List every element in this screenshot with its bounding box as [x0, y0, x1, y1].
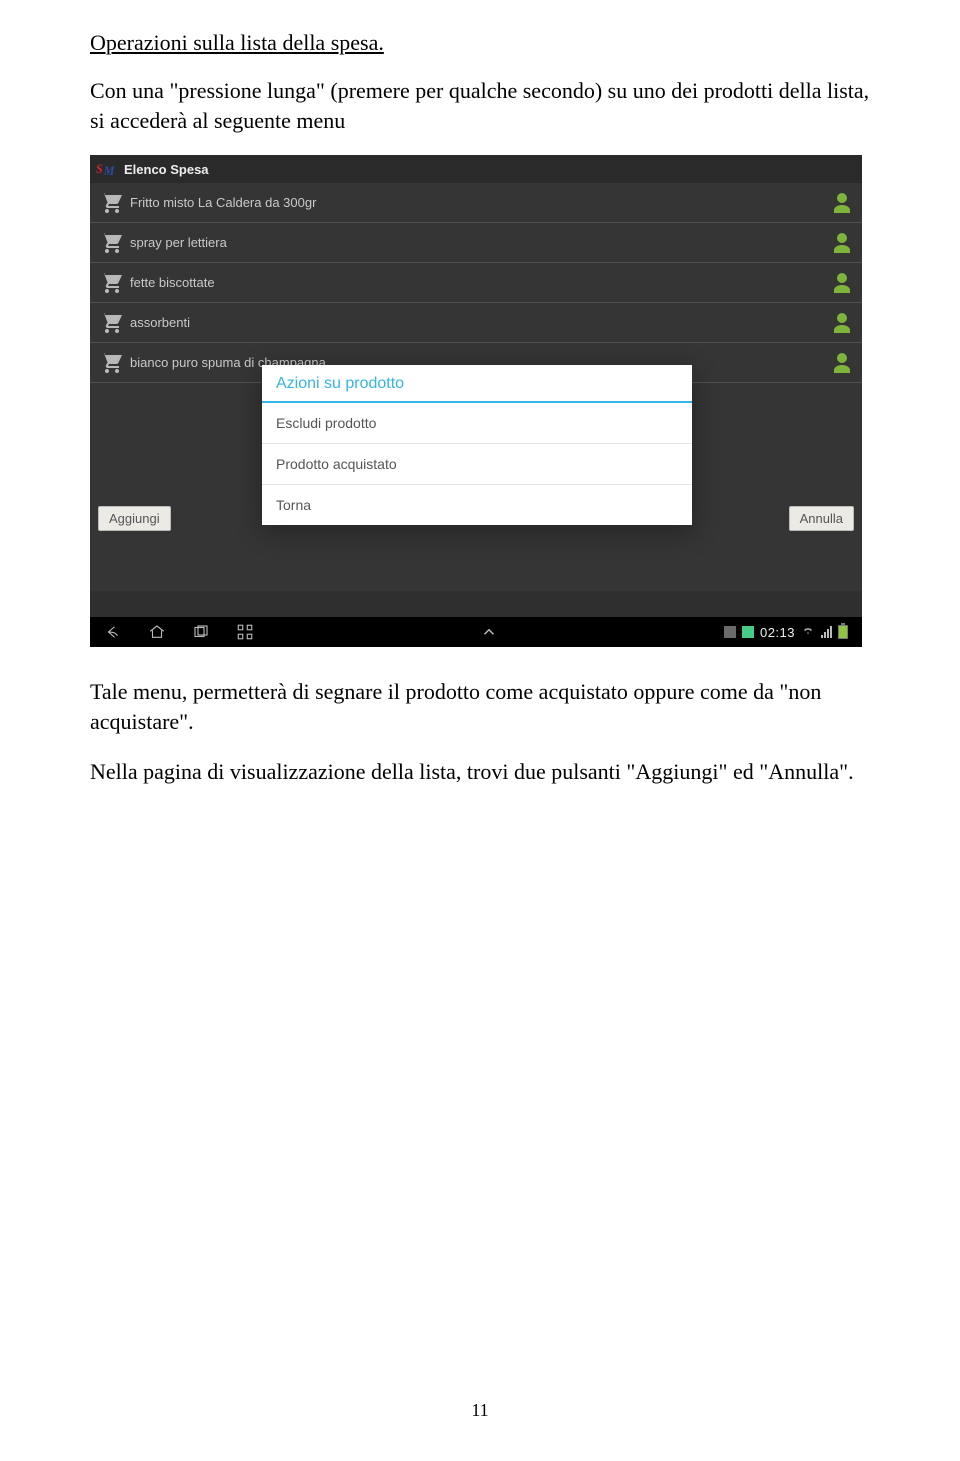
user-icon [830, 271, 854, 295]
app-title: Elenco Spesa [124, 162, 209, 177]
section-heading: Operazioni sulla lista della spesa. [90, 30, 870, 56]
page-number: 11 [0, 1400, 960, 1421]
dialog-title: Azioni su prodotto [262, 365, 692, 401]
app-logo-icon: SM [96, 160, 118, 178]
cart-icon [98, 231, 126, 255]
list-item-label: fette biscottate [130, 275, 830, 290]
clock: 02:13 [760, 625, 795, 640]
screenshot-icon[interactable] [236, 623, 254, 641]
paragraph-menu-desc: Tale menu, permetterà di segnare il prod… [90, 677, 870, 736]
app-screenshot: SM Elenco Spesa Fritto misto La Caldera … [90, 155, 862, 647]
cart-icon [98, 351, 126, 375]
list-item-label: Fritto misto La Caldera da 300gr [130, 195, 830, 210]
list-item[interactable]: assorbenti [90, 303, 862, 343]
actions-dialog: Azioni su prodotto Escludi prodotto Prod… [262, 365, 692, 525]
user-icon [830, 231, 854, 255]
wifi-icon [801, 623, 815, 641]
cart-icon [98, 191, 126, 215]
list-item[interactable]: fette biscottate [90, 263, 862, 303]
notification-icon [742, 626, 754, 638]
cart-icon [98, 311, 126, 335]
signal-icon [821, 626, 832, 638]
user-icon [830, 351, 854, 375]
user-icon [830, 311, 854, 335]
dialog-item-back[interactable]: Torna [262, 485, 692, 525]
dialog-item-exclude[interactable]: Escludi prodotto [262, 403, 692, 444]
back-icon[interactable] [104, 623, 122, 641]
notification-icon [724, 626, 736, 638]
status-tray: 02:13 [724, 623, 848, 641]
list-item[interactable]: Fritto misto La Caldera da 300gr [90, 183, 862, 223]
app-header: SM Elenco Spesa [90, 155, 862, 183]
cancel-button[interactable]: Annulla [789, 506, 854, 531]
user-icon [830, 191, 854, 215]
svg-text:M: M [103, 164, 116, 178]
system-nav-bar: 02:13 [90, 617, 862, 647]
list-item-label: spray per lettiera [130, 235, 830, 250]
recent-apps-icon[interactable] [192, 623, 210, 641]
cart-icon [98, 271, 126, 295]
add-button[interactable]: Aggiungi [98, 506, 171, 531]
dialog-item-purchased[interactable]: Prodotto acquistato [262, 444, 692, 485]
svg-text:S: S [96, 162, 103, 176]
expand-icon[interactable] [480, 623, 498, 641]
document-page: Operazioni sulla lista della spesa. Con … [0, 0, 960, 1461]
list-item-label: assorbenti [130, 315, 830, 330]
paragraph-intro: Con una "pressione lunga" (premere per q… [90, 76, 870, 135]
paragraph-buttons-desc: Nella pagina di visualizzazione della li… [90, 757, 870, 787]
battery-icon [838, 625, 848, 639]
home-icon[interactable] [148, 623, 166, 641]
list-item[interactable]: spray per lettiera [90, 223, 862, 263]
